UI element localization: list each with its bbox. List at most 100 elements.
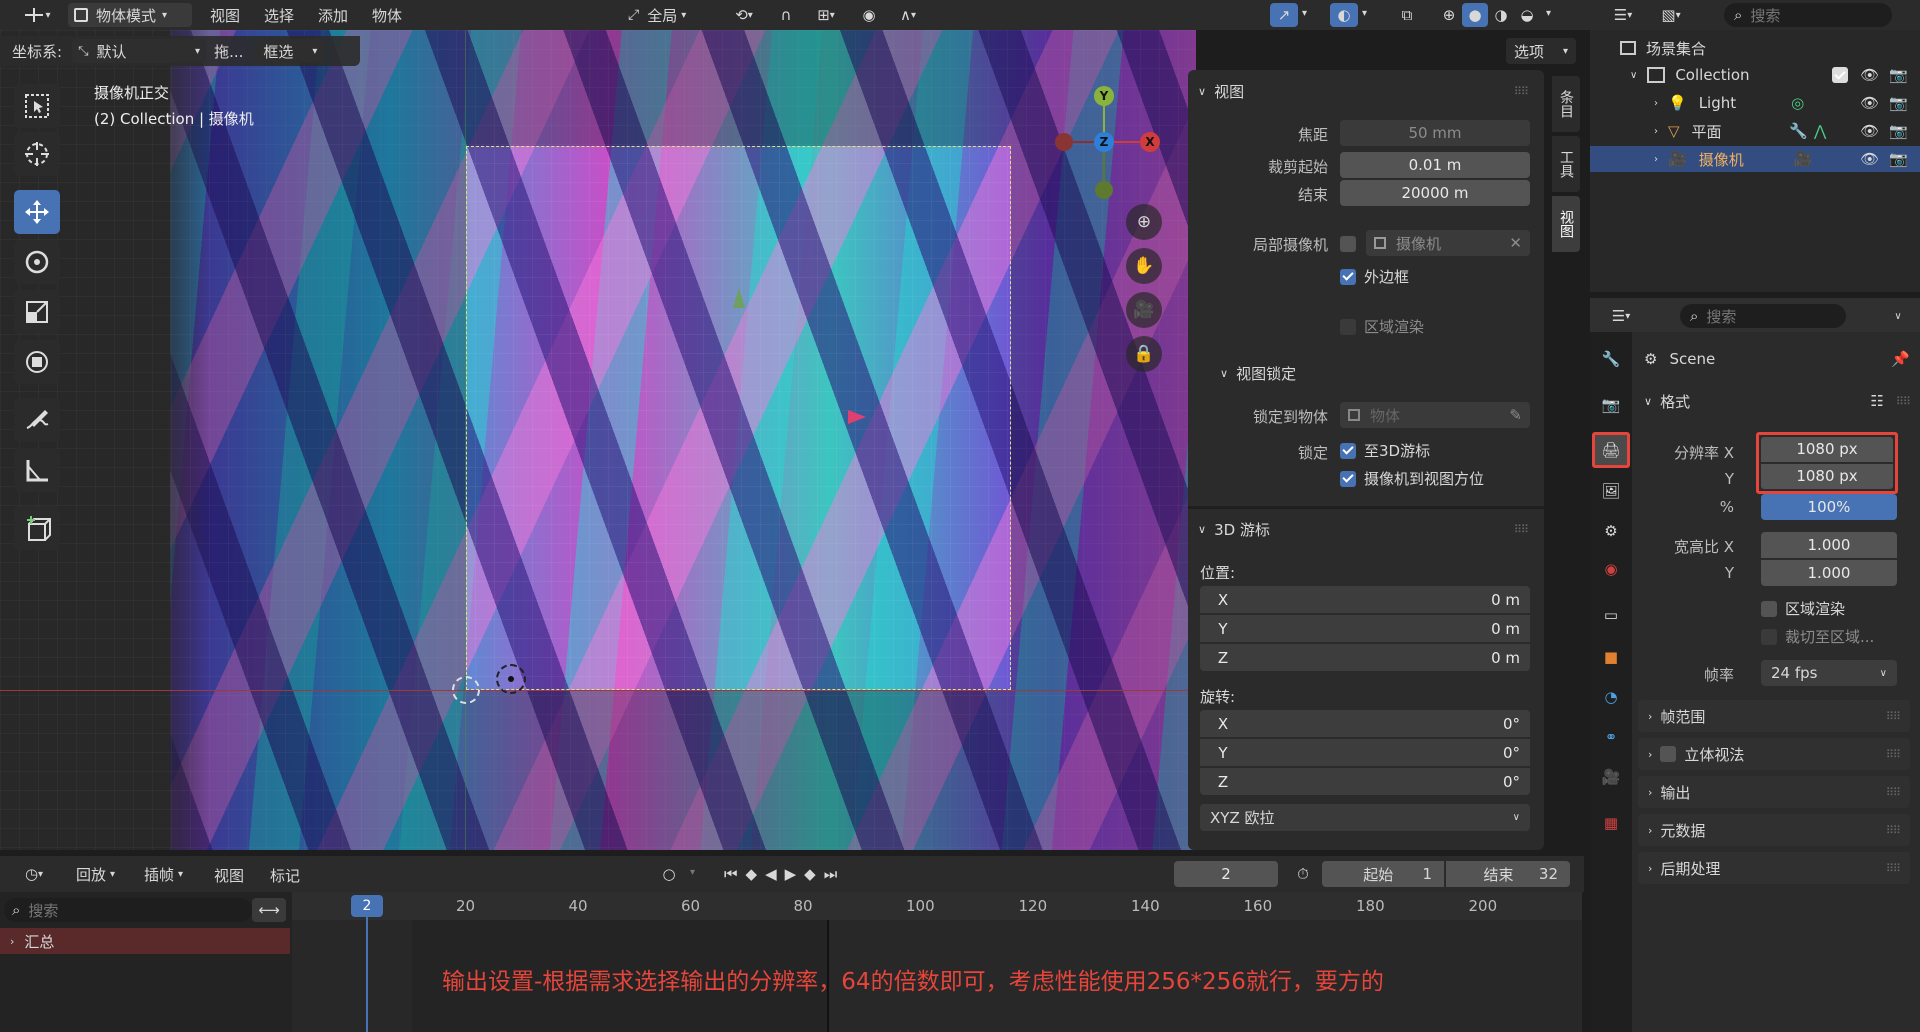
stereoscopy-panel[interactable]: › 立体视法 ⠿⠿	[1638, 738, 1910, 770]
cursor-tool[interactable]	[14, 132, 60, 176]
gizmo-y-axis[interactable]: Y	[1094, 86, 1114, 106]
end-frame-field[interactable]: 结束 32	[1446, 861, 1570, 887]
view-lock-header[interactable]: ∨ 视图锁定	[1220, 360, 1520, 386]
snap-icon[interactable]: ∩	[772, 3, 800, 27]
xray-icon[interactable]: ⧉	[1394, 3, 1420, 27]
format-panel-header[interactable]: ∨ 格式 ☷ ⠿⠿	[1644, 388, 1911, 414]
outliner-row-plane[interactable]: › ▽ 平面 🔧 ⋀ 👁 📷	[1590, 118, 1920, 144]
outliner-row-light[interactable]: › 💡 Light ◎ 👁 📷	[1590, 90, 1920, 116]
tab-view[interactable]: 视图	[1552, 196, 1580, 252]
next-keyframe-icon[interactable]: ◆	[804, 865, 816, 883]
location-y-field[interactable]: Y0 m	[1200, 615, 1530, 642]
tab-tool[interactable]: 工具	[1552, 136, 1580, 192]
prev-keyframe-icon[interactable]: ◆	[746, 865, 758, 883]
gizmo-x-axis[interactable]: X	[1140, 132, 1160, 152]
aspect-y-field[interactable]: 1.000	[1761, 560, 1897, 586]
border-checkbox[interactable]	[1340, 268, 1356, 285]
3d-cursor-icon[interactable]	[452, 676, 480, 704]
rotation-y-field[interactable]: Y 0°	[1200, 739, 1530, 766]
region-render-checkbox[interactable]	[1761, 600, 1777, 617]
local-camera-field[interactable]: 摄像机 ✕	[1366, 230, 1530, 256]
jump-start-icon[interactable]: ⏮	[724, 865, 738, 883]
rotate-tool[interactable]	[14, 240, 60, 284]
outliner-search-input[interactable]: ⌕ 搜索	[1724, 3, 1892, 27]
play-icon[interactable]: ▶	[785, 865, 797, 883]
wireframe-shading-icon[interactable]: ⊕	[1436, 3, 1462, 27]
drag-dropdown[interactable]: 框选 ▾	[255, 39, 326, 63]
clear-x-icon[interactable]: ✕	[1509, 234, 1522, 252]
camera-to-view-row[interactable]: 摄像机到视图方位	[1340, 468, 1484, 489]
camera-render-icon[interactable]: 📷	[1889, 122, 1908, 140]
scene-collection-row[interactable]: 场景集合	[1620, 36, 1706, 60]
eye-icon[interactable]: 👁	[1860, 122, 1879, 140]
border-checkbox-row[interactable]: 外边框	[1340, 266, 1409, 287]
transform-orientation[interactable]: ⤢ 全局 ▾	[628, 3, 686, 27]
clip-end-field[interactable]: 20000 m	[1340, 180, 1530, 206]
metadata-panel[interactable]: › 元数据 ⠿⠿	[1638, 814, 1910, 846]
auto-keying-icon[interactable]: ○	[656, 862, 682, 886]
menu-object[interactable]: 物体	[372, 5, 402, 26]
rotation-x-field[interactable]: X 0°	[1200, 710, 1530, 737]
camera-to-view-checkbox[interactable]	[1340, 470, 1356, 487]
marker-menu[interactable]: 标记	[270, 865, 300, 886]
lock-3d-cursor-row[interactable]: 至3D游标	[1340, 440, 1430, 461]
aspect-x-field[interactable]: 1.000	[1761, 532, 1897, 558]
texture-tab-icon[interactable]: ▦	[1596, 808, 1626, 838]
keying-menu[interactable]: 插帧 ▾	[144, 862, 183, 886]
properties-editor-icon[interactable]: ☰ ▾	[1600, 304, 1642, 328]
jump-end-icon[interactable]: ⏭	[824, 865, 838, 883]
playback-menu[interactable]: 回放 ▾	[76, 862, 115, 886]
snap-target-icon[interactable]: ⊞ ▾	[806, 3, 846, 27]
drag-grip-icon[interactable]: ⠿⠿	[1514, 85, 1529, 98]
stereoscopy-checkbox[interactable]	[1660, 746, 1677, 762]
properties-search-input[interactable]: ⌕ 搜索	[1680, 304, 1846, 328]
menu-select[interactable]: 选择	[264, 5, 294, 26]
scale-tool[interactable]	[14, 290, 60, 334]
crop-checkbox[interactable]	[1761, 628, 1777, 645]
options-dropdown[interactable]: 选项 ▾	[1506, 38, 1576, 64]
scene-tab-icon[interactable]: ⚙	[1596, 516, 1626, 546]
region-render-row[interactable]: 区域渲染	[1340, 316, 1424, 337]
post-processing-panel[interactable]: › 后期处理 ⠿⠿	[1638, 852, 1910, 884]
outliner-row-camera[interactable]: › 🎥 摄像机 🎥 👁 📷	[1590, 146, 1920, 172]
annotate-tool[interactable]	[14, 398, 60, 442]
world-tab-icon[interactable]: ◉	[1596, 554, 1626, 584]
lock-icon[interactable]: 🔒	[1126, 336, 1162, 372]
collection-include-checkbox[interactable]	[1832, 67, 1849, 83]
eye-icon[interactable]: 👁	[1860, 66, 1879, 84]
properties-options-icon[interactable]: ∨	[1888, 306, 1908, 326]
data-tab-icon[interactable]: 🎥	[1596, 762, 1626, 792]
pan-hand-icon[interactable]: ✋	[1126, 248, 1162, 284]
lock-object-field[interactable]: 物体 ✎	[1340, 402, 1530, 428]
editor-type-icon[interactable]: ▾	[18, 3, 56, 27]
summary-channel[interactable]: › 汇总	[0, 928, 290, 954]
coord-system-dropdown[interactable]: ⤡ 默认 ▾	[72, 39, 207, 63]
resolution-percent-slider[interactable]: 100%	[1761, 494, 1897, 520]
output-tab-icon[interactable]: 🖨	[1592, 432, 1630, 468]
rotation-z-field[interactable]: Z 0°	[1200, 768, 1530, 795]
zoom-icon[interactable]: ⊕	[1126, 204, 1162, 240]
focal-length-field[interactable]: 50 mm	[1340, 120, 1530, 146]
tab-item[interactable]: 条目	[1552, 76, 1580, 132]
menu-add[interactable]: 添加	[318, 5, 348, 26]
rotation-mode-dropdown[interactable]: XYZ 欧拉 ∨	[1200, 804, 1530, 831]
tool-tab-icon[interactable]: 🔧	[1596, 344, 1626, 374]
eye-icon[interactable]: 👁	[1860, 150, 1879, 168]
swap-icon[interactable]: ⟷	[252, 898, 286, 922]
camera-view-icon[interactable]: 🎥	[1126, 292, 1162, 328]
physics-tab-icon[interactable]: ◔	[1596, 682, 1626, 712]
frame-range-panel[interactable]: › 帧范围 ⠿⠿	[1638, 700, 1910, 732]
mode-selector[interactable]: 物体模式 ▾	[68, 3, 192, 27]
pivot-icon[interactable]: ⟲ ▾	[724, 3, 764, 27]
frame-rate-dropdown[interactable]: 24 fps ∨	[1761, 660, 1897, 686]
viewport[interactable]	[0, 30, 1196, 850]
presets-list-icon[interactable]: ☷	[1870, 392, 1883, 410]
solid-shading-icon[interactable]: ●	[1462, 3, 1488, 27]
play-reverse-icon[interactable]: ◀	[765, 865, 777, 883]
output-panel[interactable]: › 输出 ⠿⠿	[1638, 776, 1910, 808]
render-tab-icon[interactable]: 📷	[1596, 390, 1626, 420]
navigation-gizmo[interactable]: Y X Z	[1040, 80, 1170, 200]
object-tab-icon[interactable]: ■	[1596, 642, 1626, 672]
eye-icon[interactable]: 👁	[1860, 94, 1879, 112]
menu-view[interactable]: 视图	[210, 5, 240, 26]
